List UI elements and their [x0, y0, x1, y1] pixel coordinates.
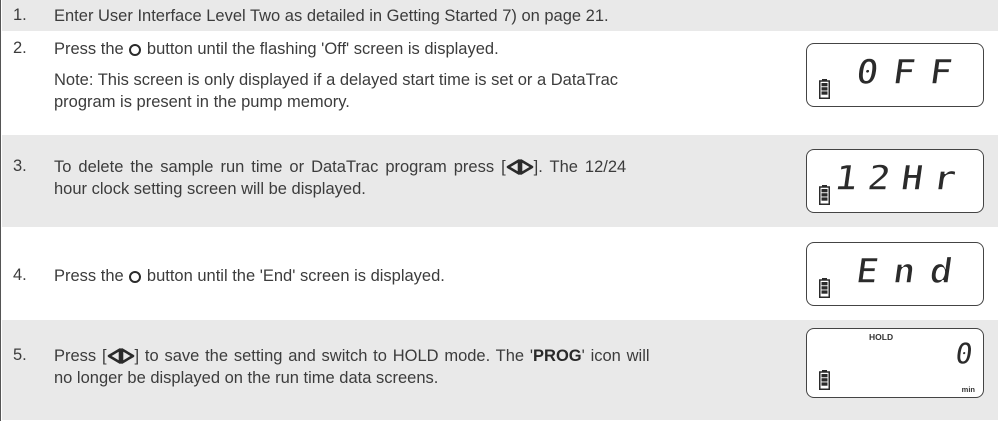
step-row-1: 1. Enter User Interface Level Two as det… — [2, 0, 998, 32]
circle-button-icon — [129, 271, 142, 283]
battery-icon — [819, 278, 830, 298]
battery-icon — [819, 79, 830, 99]
lcd-display-text: 0FF — [853, 51, 971, 93]
step-text: To delete the sample run time or DataTra… — [54, 156, 626, 200]
step-text-line: no longer be displayed on the run time d… — [54, 369, 439, 387]
step-number: 5. — [13, 346, 27, 364]
step-number: 4. — [13, 266, 27, 284]
battery-icon — [819, 185, 830, 205]
step-row-3: 3. To delete the sample run time or Data… — [2, 135, 998, 228]
step-row-4: 4. Press the button until the 'End' scre… — [2, 228, 998, 320]
battery-icon — [819, 370, 830, 390]
step-text-line: Press the button until the flashing 'Off… — [54, 40, 499, 58]
step-text: Press [] to save the setting and switch … — [54, 345, 650, 389]
unit-label: min — [961, 385, 975, 394]
step-row-5: 5. Press [] to save the setting and swit… — [2, 320, 998, 421]
lcd-display-text: End — [853, 250, 971, 292]
step-text-line: To delete the sample run time or DataTra… — [54, 158, 627, 176]
lcd-screen-off: 0FF — [806, 43, 984, 107]
prog-label: PROG — [533, 347, 582, 365]
procedure-steps: 1. Enter User Interface Level Two as det… — [0, 0, 998, 421]
lcd-display-text: 12Hr — [832, 157, 971, 199]
step-row-2: 2. Press the button until the flashing '… — [2, 32, 998, 135]
circle-button-icon — [129, 44, 142, 56]
left-right-arrows-icon — [107, 348, 134, 364]
step-text: Enter User Interface Level Two as detail… — [54, 5, 609, 27]
note-line: program is present in the pump memory. — [54, 93, 350, 111]
step-number: 3. — [13, 157, 27, 175]
step-text-line: hour clock setting screen will be displa… — [54, 180, 366, 198]
lcd-screen-end: End — [806, 242, 984, 306]
step-text-line: Enter User Interface Level Two as detail… — [54, 7, 609, 25]
lcd-screen-12hr: 12Hr — [806, 149, 984, 213]
step-number: 2. — [13, 39, 27, 57]
step-number: 1. — [13, 6, 27, 24]
note-line: Note: This screen is only displayed if a… — [54, 71, 618, 89]
step-text-line: Press the button until the 'End' screen … — [54, 267, 445, 285]
step-text: Press the button until the flashing 'Off… — [54, 38, 618, 113]
hold-label: HOLD — [869, 332, 894, 342]
left-right-arrows-icon — [506, 159, 533, 175]
lcd-screen-hold: HOLD 0 min — [806, 328, 984, 398]
lcd-value: 0 — [952, 336, 976, 372]
step-text: Press the button until the 'End' screen … — [54, 265, 445, 287]
step-text-line: Press [] to save the setting and switch … — [54, 347, 650, 365]
